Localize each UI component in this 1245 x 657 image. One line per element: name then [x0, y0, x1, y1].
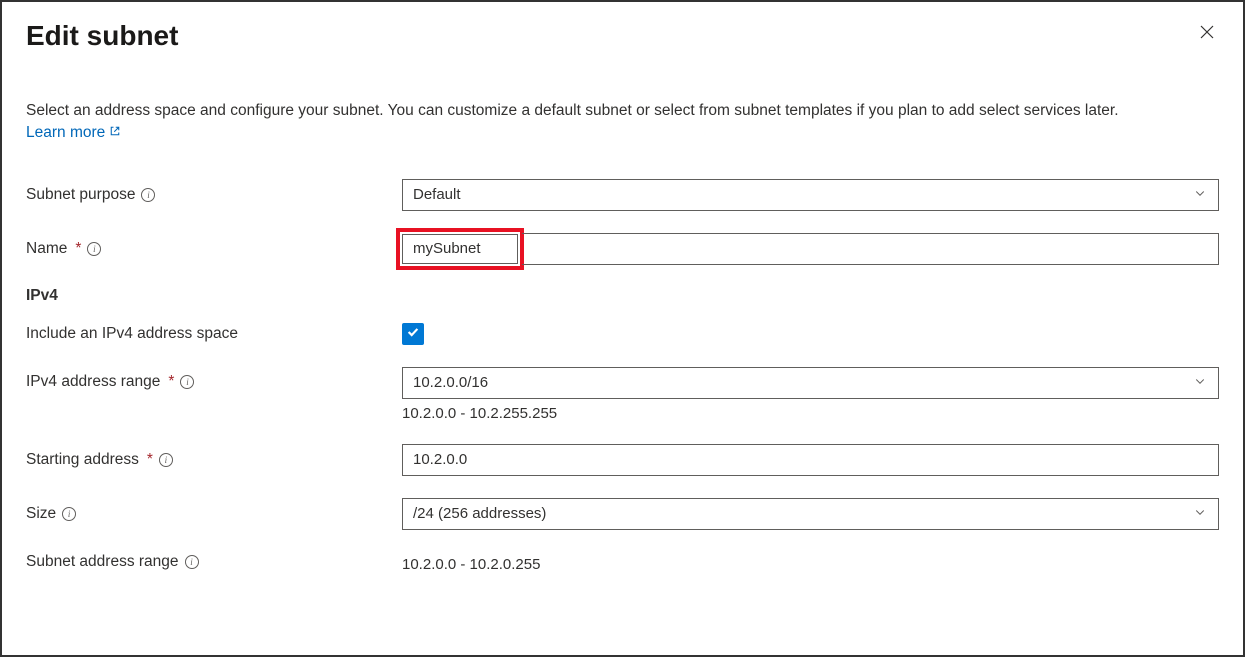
name-input[interactable] — [402, 234, 518, 264]
ipv4-section-heading: IPv4 — [26, 287, 1219, 305]
ipv4-range-row: IPv4 address range* i 10.2.0.0/16 10.2.0… — [26, 367, 1219, 422]
subnet-address-range-value: 10.2.0.0 - 10.2.0.255 — [402, 552, 1219, 573]
info-icon[interactable]: i — [185, 555, 199, 569]
name-highlight — [396, 228, 524, 270]
subnet-purpose-value: Default — [413, 186, 461, 203]
name-input-extension[interactable] — [522, 233, 1219, 265]
include-ipv4-row: Include an IPv4 address space — [26, 323, 1219, 345]
name-label: Name* i — [26, 240, 402, 258]
required-marker: * — [168, 373, 174, 391]
ipv4-range-label: IPv4 address range* i — [26, 367, 402, 391]
info-icon[interactable]: i — [87, 242, 101, 256]
starting-address-row: Starting address* i — [26, 444, 1219, 476]
panel-header: Edit subnet — [26, 20, 1219, 52]
ipv4-range-helper: 10.2.0.0 - 10.2.255.255 — [402, 405, 1219, 422]
info-icon[interactable]: i — [159, 453, 173, 467]
name-row: Name* i — [26, 233, 1219, 265]
info-icon[interactable]: i — [141, 188, 155, 202]
panel-title: Edit subnet — [26, 20, 178, 52]
subnet-purpose-row: Subnet purpose i Default — [26, 179, 1219, 211]
panel-description: Select an address space and configure yo… — [26, 100, 1219, 145]
ipv4-range-select[interactable]: 10.2.0.0/16 — [402, 367, 1219, 399]
subnet-address-range-label: Subnet address range i — [26, 553, 402, 571]
starting-address-input[interactable] — [402, 444, 1219, 476]
chevron-down-icon — [1194, 374, 1206, 391]
checkmark-icon — [406, 325, 420, 342]
subnet-address-range-row: Subnet address range i 10.2.0.0 - 10.2.0… — [26, 552, 1219, 573]
info-icon[interactable]: i — [62, 507, 76, 521]
close-icon — [1199, 24, 1215, 44]
required-marker: * — [75, 240, 81, 258]
include-ipv4-checkbox[interactable] — [402, 323, 424, 345]
description-text: Select an address space and configure yo… — [26, 102, 1119, 119]
close-button[interactable] — [1195, 20, 1219, 47]
learn-more-link[interactable]: Learn more — [26, 122, 121, 144]
size-value: /24 (256 addresses) — [413, 505, 546, 522]
include-ipv4-label: Include an IPv4 address space — [26, 325, 402, 343]
size-label: Size i — [26, 505, 402, 523]
subnet-purpose-select[interactable]: Default — [402, 179, 1219, 211]
external-link-icon — [109, 122, 121, 144]
info-icon[interactable]: i — [180, 375, 194, 389]
chevron-down-icon — [1194, 186, 1206, 203]
required-marker: * — [147, 451, 153, 469]
size-select[interactable]: /24 (256 addresses) — [402, 498, 1219, 530]
subnet-purpose-label: Subnet purpose i — [26, 186, 402, 204]
learn-more-label: Learn more — [26, 122, 105, 144]
size-row: Size i /24 (256 addresses) — [26, 498, 1219, 530]
starting-address-label: Starting address* i — [26, 451, 402, 469]
edit-subnet-panel: Edit subnet Select an address space and … — [2, 2, 1243, 613]
chevron-down-icon — [1194, 505, 1206, 522]
ipv4-range-value: 10.2.0.0/16 — [413, 374, 488, 391]
